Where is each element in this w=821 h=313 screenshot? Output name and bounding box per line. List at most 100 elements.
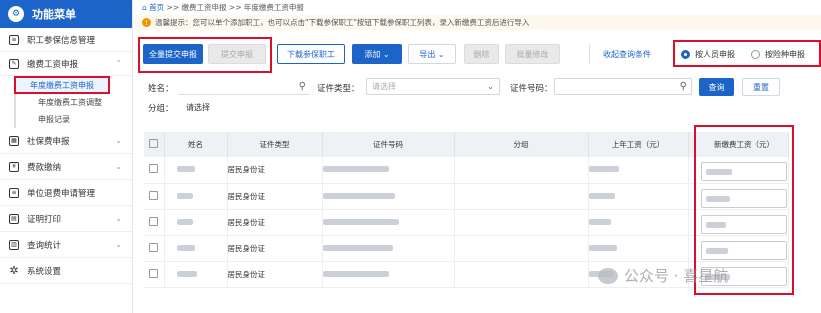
redacted-value xyxy=(588,166,619,173)
row-checkbox-cell xyxy=(144,209,165,236)
sidebar-item-payment[interactable]: ¥ 费款缴纳 ⌄ xyxy=(0,154,132,180)
chevron-down-icon: ⌄ xyxy=(115,240,122,249)
export-label: 导出 xyxy=(419,49,436,59)
redacted-value xyxy=(322,192,395,199)
select-all-checkbox[interactable] xyxy=(149,139,159,148)
new-wage-header[interactable]: 新缴费工资（元） xyxy=(694,139,794,150)
submit-all-button[interactable]: 全量提交申报 xyxy=(143,44,203,64)
redacted-value xyxy=(176,192,193,199)
calendar-icon: ▦ xyxy=(9,135,19,146)
breadcrumb-level1[interactable]: 缴费工资申报 xyxy=(182,2,227,13)
redacted-value xyxy=(706,196,730,202)
cert-type-select[interactable]: 请选择 ⌄ xyxy=(366,78,500,95)
redacted-value xyxy=(588,244,617,251)
chevron-down-icon: ⌄ xyxy=(382,49,390,59)
col-name[interactable]: 姓名 xyxy=(164,132,228,157)
new-wage-input[interactable] xyxy=(701,215,787,234)
cell-name xyxy=(164,235,228,262)
row-checkbox[interactable] xyxy=(149,190,159,200)
cert-type-label: 证件类型： xyxy=(317,84,360,94)
sidebar-sub-label: 年度缴费工资调整 xyxy=(38,98,102,107)
sidebar-item-refund[interactable]: ≡ 单位退费申请管理 xyxy=(0,180,132,206)
breadcrumb-home[interactable]: 首页 xyxy=(149,2,164,13)
add-button[interactable]: 添加 ⌄ xyxy=(352,44,402,64)
col-last-year-wage[interactable]: 上年工资（元） xyxy=(588,132,689,157)
cell-group xyxy=(454,157,589,184)
redacted-value xyxy=(322,166,389,173)
cert-no-input[interactable]: ⚲ xyxy=(554,78,692,95)
row-checkbox[interactable] xyxy=(149,242,159,252)
delete-button[interactable]: 删除 xyxy=(464,44,499,64)
submit-button[interactable]: 提交申报 xyxy=(208,44,266,64)
redacted-value xyxy=(176,166,195,173)
col-cert-no[interactable]: 证件号码 xyxy=(322,132,455,157)
row-checkbox[interactable] xyxy=(149,216,159,226)
select-all-cell xyxy=(144,132,165,157)
export-button[interactable]: 导出 ⌄ xyxy=(408,44,456,64)
cell-cert-no xyxy=(322,183,455,210)
sidebar-sub-annual-declare[interactable]: 年度缴费工资申报 xyxy=(14,76,110,94)
sidebar-item-label: 缴费工资申报 xyxy=(27,59,79,70)
sidebar-item-social-fee[interactable]: ▦ 社保费申报 ⌄ xyxy=(0,128,132,154)
sidebar-item-label: 费款缴纳 xyxy=(27,162,62,173)
group-select[interactable]: 请选择 xyxy=(181,99,312,116)
sidebar-item-employee-info[interactable]: ≡ 职工参保信息管理 xyxy=(0,28,132,52)
sidebar-item-wage-declare[interactable]: ✎ 缴费工资申报 ⌃ xyxy=(0,52,132,76)
group-placeholder: 请选择 xyxy=(186,103,210,112)
redacted-value xyxy=(176,244,195,251)
row-checkbox[interactable] xyxy=(149,164,159,174)
sidebar-sub-annual-adjust[interactable]: 年度缴费工资调整 xyxy=(14,94,132,111)
download-employees-button[interactable]: 下载参保职工 xyxy=(277,44,345,64)
sidebar-item-print[interactable]: ▤ 证明打印 ⌄ xyxy=(0,206,132,232)
redacted-value xyxy=(322,218,399,225)
col-cert-type[interactable]: 证件类型 xyxy=(227,132,323,157)
cell-last-year-wage xyxy=(588,209,689,236)
menu-logo-icon: ⚙ xyxy=(8,6,24,22)
collapse-query-button[interactable]: 收起查询条件 xyxy=(589,44,664,64)
cell-cert-no xyxy=(322,235,455,262)
breadcrumb-current: 年度缴费工资申报 xyxy=(243,3,304,12)
batch-edit-button[interactable]: 批量修改 xyxy=(505,44,560,64)
redacted-value xyxy=(176,270,197,277)
sidebar-item-label: 职工参保信息管理 xyxy=(27,35,96,46)
cell-group xyxy=(454,209,589,236)
redacted-value xyxy=(706,222,726,228)
group-label: 分组： xyxy=(148,104,174,114)
search-icon: ⚲ xyxy=(298,80,306,92)
sidebar-item-query[interactable]: ▥ 查询统计 ⌄ xyxy=(0,232,132,258)
chevron-down-icon: ⌄ xyxy=(115,214,122,223)
sidebar-header: ⚙ 功能菜单 xyxy=(0,0,132,28)
redacted-value xyxy=(322,270,389,277)
col-group[interactable]: 分组 xyxy=(454,132,589,157)
new-wage-input[interactable] xyxy=(701,162,787,181)
row-checkbox[interactable] xyxy=(149,268,159,278)
sidebar-item-settings[interactable]: ✲ 系统设置 xyxy=(0,258,132,284)
cell-cert-type: 居民身份证 xyxy=(227,261,323,288)
new-wage-input[interactable] xyxy=(701,241,787,260)
name-input[interactable]: ⚲ xyxy=(178,78,310,95)
chevron-down-icon: ⌄ xyxy=(115,136,122,145)
cell-last-year-wage xyxy=(588,235,689,262)
sidebar-item-label: 证明打印 xyxy=(27,214,62,225)
chevron-down-icon: ⌄ xyxy=(437,49,445,59)
sidebar-sub-label: 年度缴费工资申报 xyxy=(30,80,94,90)
sidebar-item-label: 查询统计 xyxy=(27,240,62,251)
cell-last-year-wage xyxy=(588,183,689,210)
cell-cert-type: 居民身份证 xyxy=(227,235,323,262)
cell-group xyxy=(454,183,589,210)
tip-text: 温馨提示：您可以单个添加职工，也可以点击"下载参保职工"按钮下载参保职工列表，录… xyxy=(155,18,530,27)
breadcrumb-separator: >> xyxy=(228,3,242,12)
new-wage-input[interactable] xyxy=(701,189,787,208)
printer-icon: ▤ xyxy=(9,213,19,224)
gear-icon: ✲ xyxy=(9,264,19,277)
radio-by-insurance[interactable]: 按险种申报 xyxy=(751,49,805,60)
query-button[interactable]: 查询 xyxy=(699,78,734,96)
cell-last-year-wage xyxy=(588,157,689,184)
sidebar-item-label: 系统设置 xyxy=(27,266,62,277)
reset-button[interactable]: 重置 xyxy=(742,78,780,96)
breadcrumb: ⌂ 首页 >> 缴费工资申报 >> 年度缴费工资申报 xyxy=(134,0,821,15)
sidebar-sub-records[interactable]: 申报记录 xyxy=(14,111,132,128)
radio-by-person[interactable]: 按人员申报 xyxy=(681,49,735,60)
wechat-icon xyxy=(598,267,618,284)
row-checkbox-cell xyxy=(144,261,165,288)
